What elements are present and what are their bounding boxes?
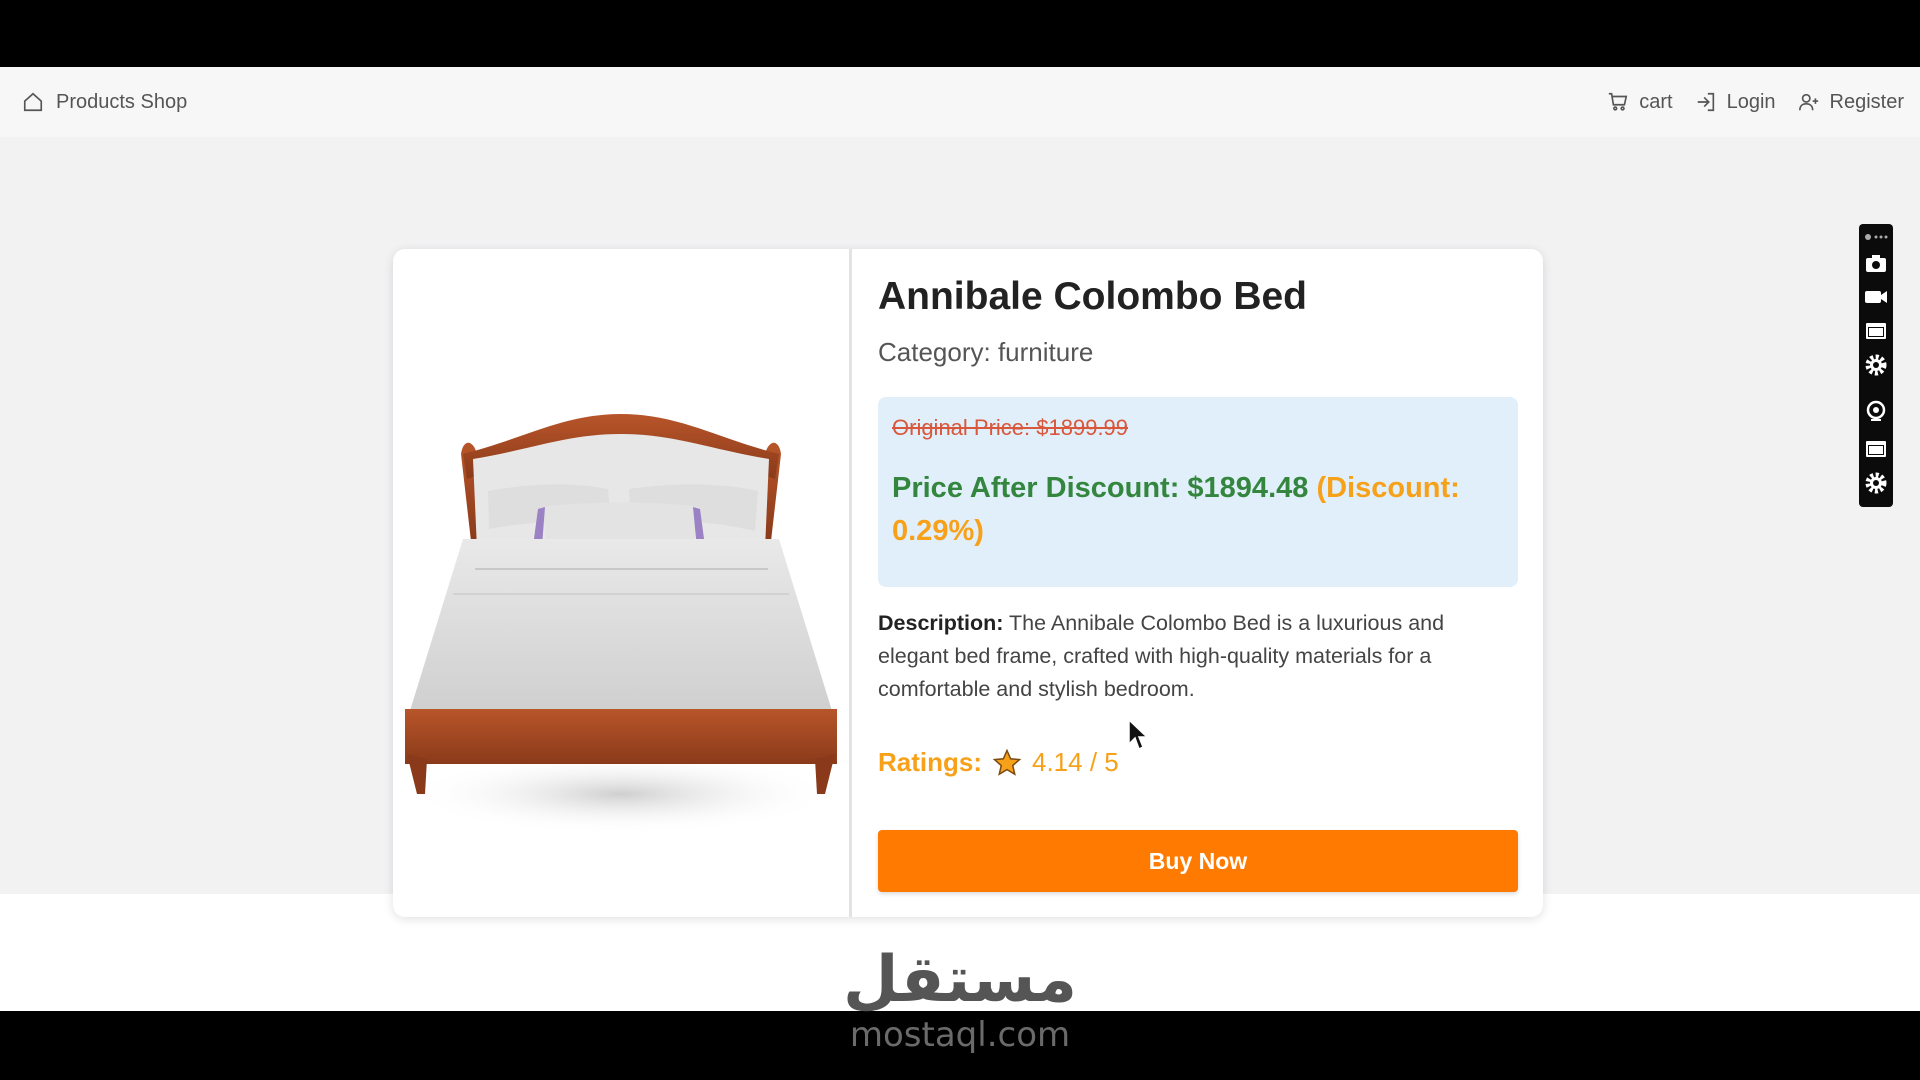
screenshot-icon[interactable] (1863, 250, 1889, 276)
app-window: Products Shop cart Login Register Anniba… (0, 67, 1920, 1011)
product-category: Category: furniture (878, 337, 1094, 367)
home-icon (23, 92, 43, 112)
watermark-latin: mostaql.com (849, 1015, 1071, 1055)
window-icon[interactable] (1863, 318, 1889, 344)
webcam-icon[interactable] (1863, 398, 1889, 424)
video-icon[interactable] (1863, 284, 1889, 310)
nav-register[interactable]: Register (1798, 91, 1904, 114)
cart-icon (1609, 92, 1628, 111)
mouse-cursor-icon (1128, 718, 1149, 751)
product-details: Annibale Colombo Bed Category: furniture… (878, 249, 1518, 917)
main-content: Annibale Colombo Bed Category: furniture… (0, 137, 1920, 917)
discount-line: Price After Discount: $1894.48 (Discount… (892, 467, 1492, 553)
brand-link[interactable]: Products Shop (22, 91, 187, 114)
product-description: Description: The Annibale Colombo Bed is… (878, 607, 1498, 706)
brand-label: Products Shop (56, 90, 188, 113)
discount-price: Price After Discount: $1894.48 (892, 472, 1309, 504)
watermark-arabic: مستقل (842, 943, 1078, 1017)
original-price: Original Price: $1899.99 (892, 415, 1129, 440)
nav-login[interactable]: Login (1695, 91, 1776, 114)
toolbar-handle-icon[interactable] (1863, 230, 1889, 244)
nav-links: cart Login Register (1607, 91, 1904, 114)
ratings: Ratings: 4.14 / 5 (878, 747, 1119, 778)
recorder-toolbar (1859, 224, 1893, 507)
product-card: Annibale Colombo Bed Category: furniture… (393, 249, 1543, 917)
star-icon (992, 748, 1022, 776)
ratings-label: Ratings: (878, 747, 982, 777)
description-label: Description: (878, 611, 1004, 635)
user-plus-icon (1798, 93, 1818, 111)
product-image-pane (393, 249, 852, 917)
login-icon (1697, 92, 1714, 112)
nav-cart-label: cart (1639, 90, 1673, 113)
window-icon[interactable] (1863, 436, 1889, 462)
navbar: Products Shop cart Login Register (0, 67, 1920, 137)
nav-login-label: Login (1726, 90, 1776, 113)
product-title: Annibale Colombo Bed (878, 275, 1307, 318)
settings-icon[interactable] (1863, 352, 1889, 378)
nav-cart[interactable]: cart (1607, 90, 1673, 114)
watermark: مستقل mostaql.com (800, 945, 1120, 1065)
ratings-value: 4.14 / 5 (1032, 747, 1119, 777)
settings-icon[interactable] (1863, 470, 1889, 496)
nav-register-label: Register (1829, 90, 1904, 113)
price-box: Original Price: $1899.99 Price After Dis… (878, 397, 1518, 587)
buy-now-button[interactable]: Buy Now (878, 830, 1518, 892)
bed-image (405, 414, 837, 834)
